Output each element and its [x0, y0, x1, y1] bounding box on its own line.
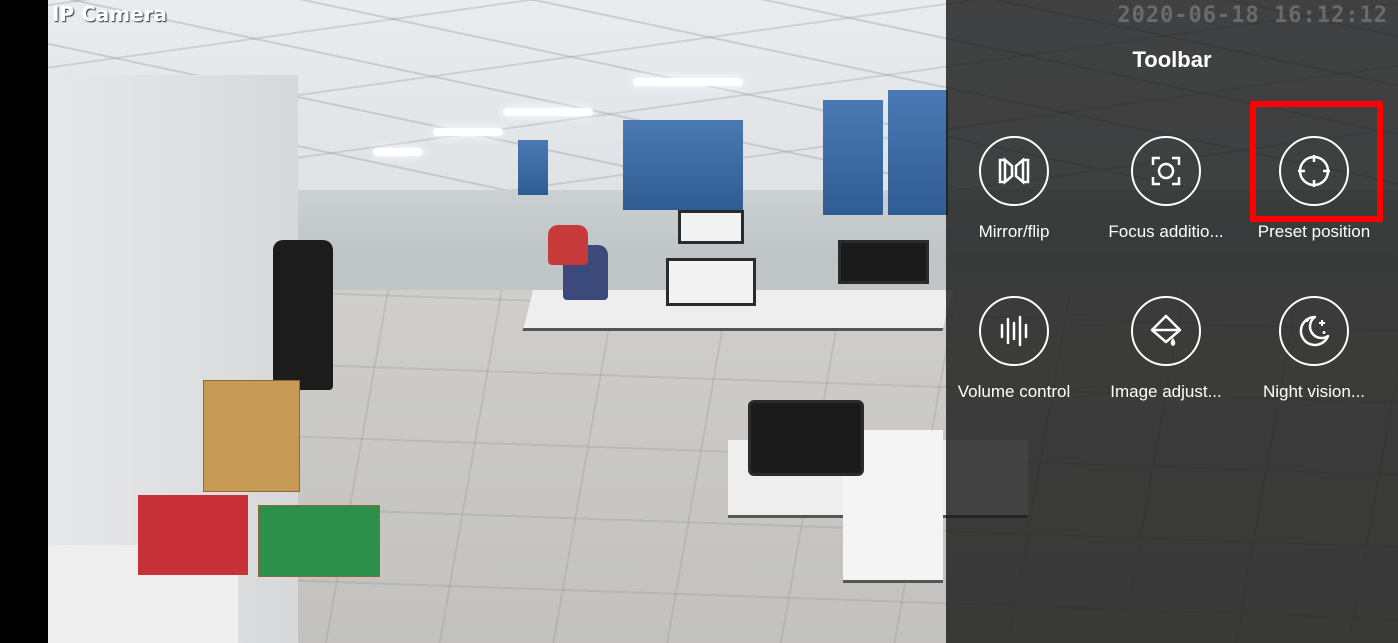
volume-control-button[interactable]: Volume control	[940, 296, 1088, 402]
toolbar-title: Toolbar	[1132, 47, 1212, 72]
focus-icon	[1131, 136, 1201, 206]
office-window	[888, 90, 948, 215]
mirror-flip-label: Mirror/flip	[978, 222, 1050, 241]
letterbox-bar	[0, 0, 48, 643]
ceiling-light	[373, 148, 423, 156]
volume-control-label: Volume control	[957, 382, 1071, 401]
preset-position-label: Preset position	[1257, 222, 1371, 241]
camera-screen: IP Camera 2020-06-18 16:12:12 Toolbar Mi…	[0, 0, 1398, 643]
ceiling-light	[433, 128, 503, 136]
office-chair	[748, 400, 864, 476]
office-worker	[548, 225, 588, 265]
night-vision-button[interactable]: Night vision...	[1240, 296, 1388, 402]
camera-name-label: IP Camera	[52, 2, 167, 26]
ceiling-light	[503, 108, 593, 116]
beverage-case	[138, 495, 248, 575]
office-window	[823, 100, 883, 215]
night-vision-icon	[1279, 296, 1349, 366]
focus-button[interactable]: Focus additio...	[1092, 136, 1240, 242]
mirror-flip-button[interactable]: Mirror/flip	[940, 136, 1088, 242]
preset-position-highlight	[1250, 101, 1383, 222]
mirror-flip-icon	[979, 136, 1049, 206]
computer-monitor	[666, 258, 756, 306]
focus-label: Focus additio...	[1108, 222, 1224, 241]
toolbar-panel: 2020-06-18 16:12:12 Toolbar Mirror/flip	[946, 0, 1398, 643]
video-timestamp: 2020-06-18 16:12:12	[1117, 3, 1388, 28]
office-window	[623, 120, 743, 210]
cardboard-box	[203, 380, 300, 492]
image-adjust-label: Image adjust...	[1110, 382, 1222, 401]
office-worker	[273, 240, 333, 390]
night-vision-label: Night vision...	[1262, 382, 1366, 401]
image-adjust-icon	[1131, 296, 1201, 366]
volume-control-icon	[979, 296, 1049, 366]
computer-monitor	[678, 210, 744, 244]
beverage-case	[258, 505, 380, 577]
image-adjust-button[interactable]: Image adjust...	[1092, 296, 1240, 402]
computer-monitor	[838, 240, 929, 284]
ceiling-light	[633, 78, 743, 86]
office-window	[518, 140, 548, 195]
